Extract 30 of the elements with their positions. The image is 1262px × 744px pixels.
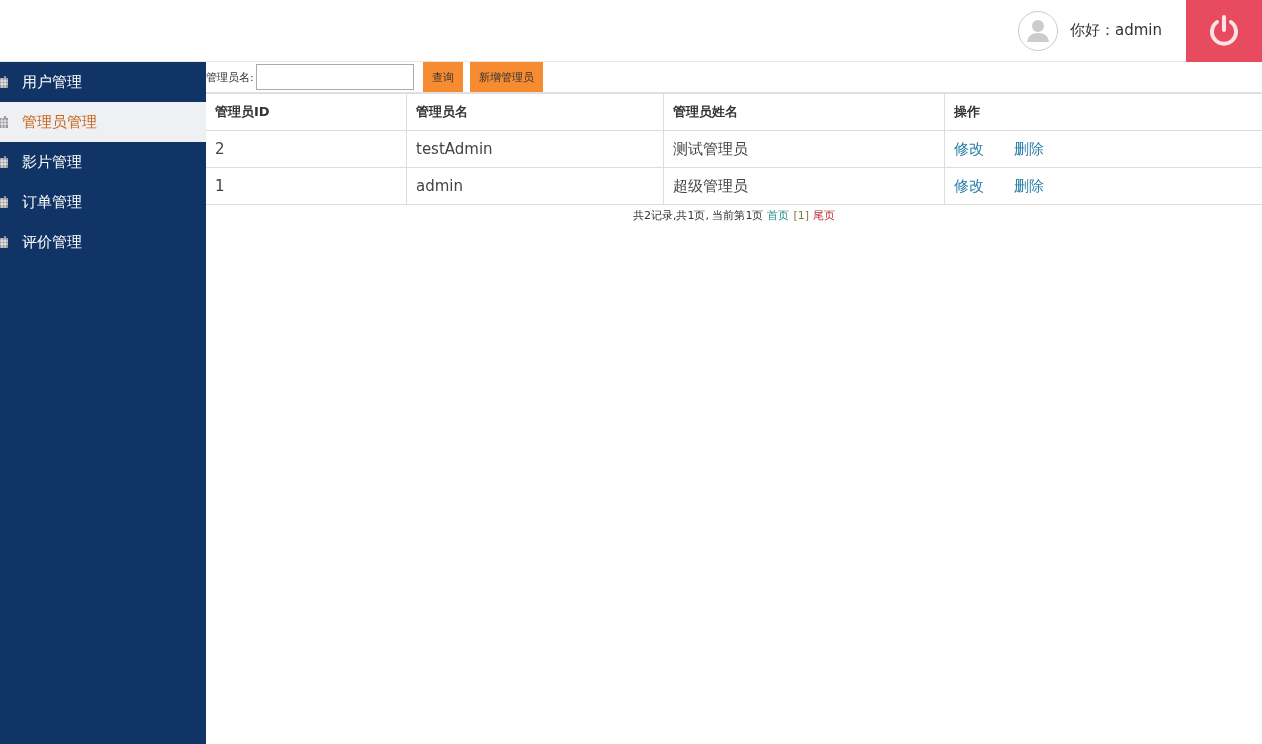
add-button[interactable]: 新增管理员	[469, 62, 543, 92]
query-button[interactable]: 查询	[422, 62, 463, 92]
column-header: 管理员ID	[206, 93, 407, 131]
table-cell: 2	[206, 130, 407, 168]
delete-link[interactable]: 删除	[1014, 139, 1044, 158]
delete-link[interactable]: 删除	[1014, 176, 1044, 195]
edit-link[interactable]: 修改	[954, 139, 984, 158]
table-cell: 超级管理员	[663, 167, 945, 205]
column-header: 操作	[944, 93, 1262, 131]
table-cell: admin	[406, 167, 664, 205]
search-label: 管理员名:	[206, 69, 254, 85]
table-cell: testAdmin	[406, 130, 664, 168]
greeting-text: 你好：admin	[1070, 21, 1162, 40]
sidebar-item[interactable]: 订单管理	[0, 182, 206, 222]
sidebar-item[interactable]: 管理员管理	[0, 102, 206, 142]
logout-button[interactable]	[1186, 0, 1262, 62]
first-page-link[interactable]: 首页	[767, 209, 790, 222]
last-page-link[interactable]: 尾页	[813, 209, 836, 222]
sidebar-item[interactable]: 影片管理	[0, 142, 206, 182]
pagination-summary: 共2记录,共1页, 当前第1页	[632, 209, 764, 222]
edit-link[interactable]: 修改	[954, 176, 984, 195]
column-header: 管理员姓名	[663, 93, 945, 131]
sidebar-item[interactable]: 评价管理	[0, 222, 206, 262]
page-number-link[interactable]: [1]	[793, 209, 810, 222]
table-cell: 测试管理员	[663, 130, 945, 168]
sidebar-item[interactable]: 用户管理	[0, 62, 206, 102]
column-header: 管理员名	[406, 93, 664, 131]
avatar-icon	[1018, 10, 1058, 51]
search-field[interactable]	[255, 64, 414, 90]
table-cell: 1	[206, 167, 407, 205]
